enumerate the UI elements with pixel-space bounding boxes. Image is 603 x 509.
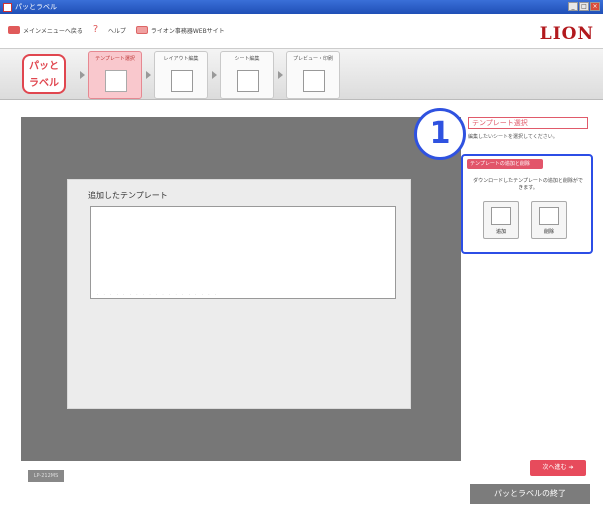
app-logo: パッと ラベル	[22, 54, 66, 94]
sheet-icon	[237, 70, 259, 92]
close-button[interactable]: ×	[590, 2, 600, 11]
back-label: メインメニューへ戻る	[23, 27, 83, 35]
title-bar: パッとラベル _ □ ×	[0, 0, 603, 14]
delete-icon	[539, 207, 559, 225]
app-icon	[3, 2, 12, 12]
list-placeholder: · · · · · · · · · · · · · · · · · · ·	[97, 292, 219, 297]
model-label: LP-212MS	[28, 470, 64, 482]
menu-bar: メインメニューへ戻る ? ヘルプ ライオン事務器WEBサイト	[0, 16, 603, 44]
template-select-description: 編集したいシートを選択してください。	[468, 134, 558, 140]
template-icon	[105, 70, 127, 92]
add-template-button[interactable]: 追加	[483, 201, 519, 239]
website-link[interactable]: ライオン事務器WEBサイト	[135, 26, 225, 35]
website-label: ライオン事務器WEBサイト	[150, 27, 225, 35]
step-label: レイアウト編集	[163, 56, 199, 62]
step-arrow-icon	[278, 71, 283, 79]
step-label: テンプレート選択	[95, 56, 135, 62]
help-label: ヘルプ	[107, 27, 126, 35]
help-icon: ?	[92, 24, 99, 35]
back-icon	[8, 26, 20, 34]
tab-sheet-edit[interactable]: シート編集	[220, 51, 274, 99]
minimize-button[interactable]: _	[568, 2, 578, 11]
tab-preview-print[interactable]: プレビュー・印刷	[286, 51, 340, 99]
add-delete-template-box: テンプレートの追加と削除 ダウンロードしたテンプレートの追加と削除ができます。 …	[461, 154, 593, 254]
step-label: シート編集	[234, 56, 260, 62]
work-area: 追加したテンプレート · · · · · · · · · · · · · · ·…	[21, 117, 461, 461]
logo-line-2: ラベル	[29, 78, 59, 89]
step-arrow-icon	[146, 71, 151, 79]
added-templates-panel: 追加したテンプレート · · · · · · · · · · · · · · ·…	[67, 179, 411, 409]
delete-template-button[interactable]: 削除	[531, 201, 567, 239]
template-list[interactable]: · · · · · · · · · · · · · · · · · · ·	[90, 206, 396, 299]
add-label: 追加	[495, 229, 506, 235]
next-button[interactable]: 次へ進む ➔	[530, 460, 586, 476]
exit-button[interactable]: パッとラベルの終了	[470, 484, 590, 504]
maximize-button[interactable]: □	[579, 2, 589, 11]
web-icon	[135, 26, 148, 34]
delete-label: 削除	[543, 229, 554, 235]
brand-logo: LION	[539, 24, 594, 44]
step-arrow-icon	[212, 71, 217, 79]
add-delete-description: ダウンロードしたテンプレートの追加と削除ができます。	[473, 178, 583, 191]
tab-template-select[interactable]: テンプレート選択	[88, 51, 142, 99]
logo-line-1: パッと	[29, 61, 59, 72]
panel-heading: 追加したテンプレート	[88, 191, 168, 200]
step-number-badge: 1	[414, 108, 466, 160]
add-delete-header: テンプレートの追加と削除	[467, 159, 543, 169]
window-title: パッとラベル	[15, 3, 57, 11]
printer-icon	[303, 70, 325, 92]
window-controls: _ □ ×	[568, 2, 600, 11]
back-to-main-menu-link[interactable]: メインメニューへ戻る	[8, 26, 83, 35]
step-arrow-icon	[80, 71, 85, 79]
tab-layout-edit[interactable]: レイアウト編集	[154, 51, 208, 99]
step-bar: パッと ラベル テンプレート選択 レイアウト編集 シート編集 プレビュー・印刷	[0, 48, 603, 100]
add-icon	[491, 207, 511, 225]
help-link[interactable]: ? ヘルプ	[92, 24, 126, 35]
step-label: プレビュー・印刷	[292, 56, 333, 62]
template-select-title: テンプレート選択	[468, 117, 588, 129]
layout-icon	[171, 70, 193, 92]
